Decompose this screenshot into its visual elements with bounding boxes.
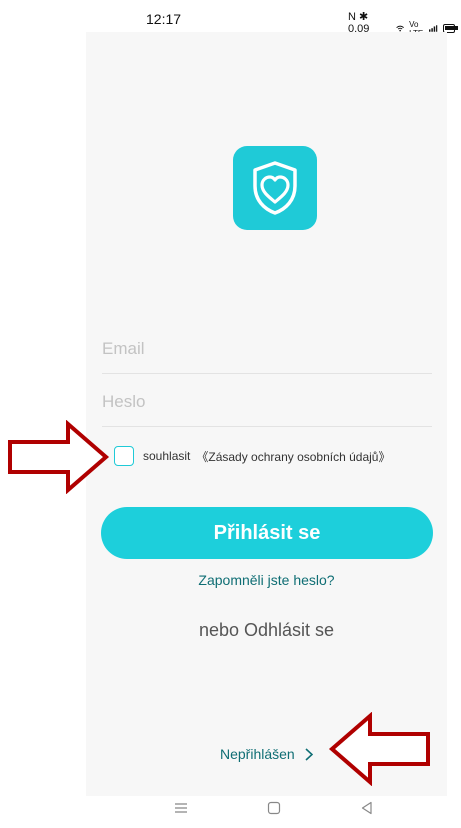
annotation-arrow-left-icon <box>328 712 430 786</box>
status-time: 12:17 <box>146 11 182 27</box>
annotation-arrow-right-icon <box>8 420 110 494</box>
not-logged-in-label: Nepřihlášen <box>220 746 295 762</box>
password-field[interactable] <box>102 373 432 426</box>
status-bar: 12:17 N ✱ 0.09 KB/S Vo LTE <box>86 0 458 47</box>
agree-label: souhlasit <box>143 449 191 463</box>
privacy-policy-link[interactable]: 《Zásady ochrany osobních údajů》 <box>196 448 390 465</box>
forgot-password-link[interactable]: Zapomněli jste heslo? <box>86 572 447 588</box>
chevron-right-icon <box>305 747 313 761</box>
agree-checkbox[interactable] <box>114 446 134 466</box>
not-logged-in-button[interactable]: Nepřihlášen <box>220 746 313 762</box>
back-icon[interactable] <box>360 801 374 815</box>
home-icon[interactable] <box>267 801 281 815</box>
app-logo <box>233 146 317 230</box>
password-field-container <box>102 373 432 427</box>
login-button[interactable]: Přihlásit se <box>101 507 433 559</box>
agree-row: souhlasit 《Zásady ochrany osobních údajů… <box>114 444 391 468</box>
or-logout-link[interactable]: nebo Odhlásit se <box>86 620 447 641</box>
menu-icon[interactable] <box>174 801 188 815</box>
login-screen: souhlasit 《Zásady ochrany osobních údajů… <box>86 32 447 796</box>
shield-heart-icon <box>253 161 297 215</box>
email-field-container <box>102 320 432 374</box>
email-field[interactable] <box>102 320 432 373</box>
system-nav-bar <box>86 796 447 828</box>
